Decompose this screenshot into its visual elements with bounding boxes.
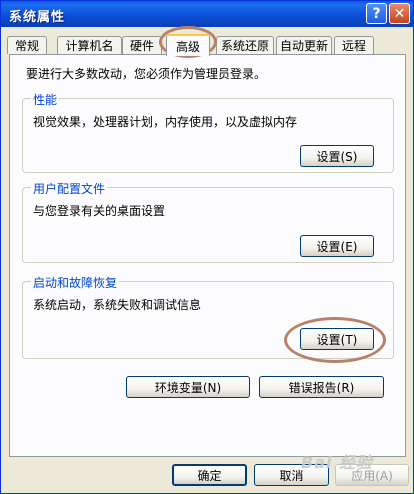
watermark: Bai 经验	[301, 453, 374, 472]
tab-computer-name[interactable]: 计算机名	[57, 36, 122, 54]
tab-hardware[interactable]: 硬件	[122, 36, 162, 54]
window-title: 系统属性	[9, 10, 66, 25]
tab-general[interactable]: 常规	[7, 36, 47, 54]
error-reporting-button[interactable]: 错误报告(R)	[259, 376, 384, 398]
system-properties-window: 系统属性 ? ✕ 常规 计算机名 硬件 高级 系统还原 自动更新 远程 要进行大…	[0, 0, 414, 494]
startup-recovery-group-title: 启动和故障恢复	[31, 274, 120, 291]
user-profiles-group: 用户配置文件 与您登录有关的桌面设置 设置(E)	[22, 180, 394, 263]
startup-recovery-description: 系统启动，系统失败和调试信息	[33, 298, 202, 312]
tab-advanced[interactable]: 高级	[166, 34, 210, 56]
tab-automatic-updates[interactable]: 自动更新	[276, 36, 332, 54]
performance-settings-button[interactable]: 设置(S)	[300, 145, 374, 167]
user-profiles-description: 与您登录有关的桌面设置	[33, 204, 166, 218]
startup-recovery-group: 启动和故障恢复 系统启动，系统失败和调试信息 设置(T)	[22, 274, 394, 359]
title-bar[interactable]: 系统属性 ? ✕	[1, 1, 413, 27]
admin-notice: 要进行大多数改动，您必须作为管理员登录。	[26, 67, 267, 81]
environment-variables-button[interactable]: 环境变量(N)	[126, 376, 250, 398]
tab-system-restore[interactable]: 系统还原	[216, 36, 274, 54]
ok-button[interactable]: 确定	[172, 464, 247, 486]
tab-remote[interactable]: 远程	[334, 36, 374, 54]
performance-group: 性能 视觉效果，处理器计划，内存使用，以及虚拟内存 设置(S)	[22, 91, 394, 173]
performance-description: 视觉效果，处理器计划，内存使用，以及虚拟内存	[33, 115, 298, 129]
startup-recovery-settings-button[interactable]: 设置(T)	[300, 328, 374, 350]
user-profiles-group-title: 用户配置文件	[31, 180, 108, 197]
advanced-tab-panel: 要进行大多数改动，您必须作为管理员登录。 性能 视觉效果，处理器计划，内存使用，…	[9, 54, 406, 457]
help-button[interactable]: ?	[366, 3, 387, 24]
close-button[interactable]: ✕	[389, 3, 410, 24]
performance-group-title: 性能	[31, 91, 60, 108]
user-profiles-settings-button[interactable]: 设置(E)	[300, 235, 374, 257]
